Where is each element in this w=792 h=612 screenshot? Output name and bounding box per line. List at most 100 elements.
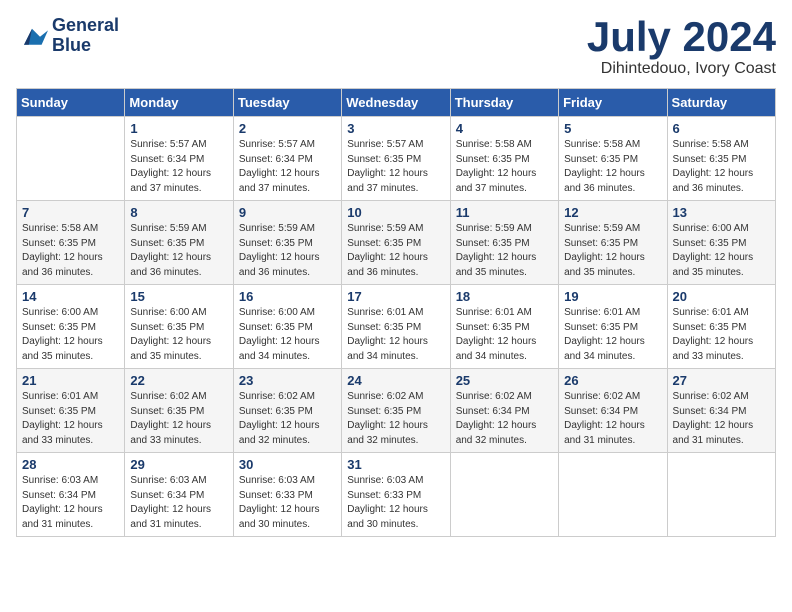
day-number: 10 bbox=[347, 205, 444, 220]
calendar-cell: 13 Sunrise: 6:00 AM Sunset: 6:35 PM Dayli… bbox=[667, 201, 775, 285]
week-row-2: 7Sunrise: 5:58 AM Sunset: 6:35 PM Daylig… bbox=[17, 201, 776, 285]
calendar-cell: 17 Sunrise: 6:01 AM Sunset: 6:35 PM Dayli… bbox=[342, 285, 450, 369]
day-info: Sunrise: 6:03 AM Sunset: 6:33 PM Dayligh… bbox=[347, 474, 444, 532]
calendar-cell: 3 Sunrise: 5:57 AM Sunset: 6:35 PM Daylig… bbox=[342, 117, 450, 201]
calendar-cell: 19Sunrise: 6:01 AM Sunset: 6:35 PM Dayli… bbox=[559, 285, 667, 369]
day-info: Sunrise: 6:02 AM Sunset: 6:34 PM Dayligh… bbox=[456, 390, 553, 448]
column-header-friday: Friday bbox=[559, 89, 667, 117]
month-title: July 2024 bbox=[587, 16, 776, 58]
calendar-cell: 18 Sunrise: 6:01 AM Sunset: 6:35 PM Dayli… bbox=[450, 285, 558, 369]
column-header-sunday: Sunday bbox=[17, 89, 125, 117]
calendar-cell: 29 Sunrise: 6:03 AM Sunset: 6:34 PM Dayli… bbox=[125, 453, 233, 537]
calendar-cell bbox=[17, 117, 125, 201]
calendar-cell: 21 Sunrise: 6:01 AM Sunset: 6:35 PM Dayli… bbox=[17, 369, 125, 453]
calendar-cell: 26Sunrise: 6:02 AM Sunset: 6:34 PM Dayli… bbox=[559, 369, 667, 453]
day-number: 14 bbox=[22, 289, 119, 304]
day-number: 21 bbox=[22, 373, 119, 388]
day-info: Sunrise: 5:59 AM Sunset: 6:35 PM Dayligh… bbox=[347, 222, 444, 280]
calendar-cell: 31 Sunrise: 6:03 AM Sunset: 6:33 PM Dayli… bbox=[342, 453, 450, 537]
calendar-cell bbox=[559, 453, 667, 537]
day-number: 28 bbox=[22, 457, 119, 472]
calendar-cell: 4Sunrise: 5:58 AM Sunset: 6:35 PM Daylig… bbox=[450, 117, 558, 201]
day-number: 16 bbox=[239, 289, 336, 304]
day-info: Sunrise: 5:57 AM Sunset: 6:34 PM Dayligh… bbox=[239, 138, 336, 196]
day-number: 23 bbox=[239, 373, 336, 388]
day-number: 11 bbox=[456, 205, 553, 220]
calendar-cell: 30Sunrise: 6:03 AM Sunset: 6:33 PM Dayli… bbox=[233, 453, 341, 537]
day-number: 3 bbox=[347, 121, 444, 136]
day-info: Sunrise: 5:59 AM Sunset: 6:35 PM Dayligh… bbox=[239, 222, 336, 280]
day-number: 26 bbox=[564, 373, 661, 388]
calendar-cell: 23 Sunrise: 6:02 AM Sunset: 6:35 PM Dayli… bbox=[233, 369, 341, 453]
day-number: 8 bbox=[130, 205, 227, 220]
day-number: 22 bbox=[130, 373, 227, 388]
day-number: 12 bbox=[564, 205, 661, 220]
calendar-cell: 1 Sunrise: 5:57 AM Sunset: 6:34 PM Daylig… bbox=[125, 117, 233, 201]
calendar-cell: 25 Sunrise: 6:02 AM Sunset: 6:34 PM Dayli… bbox=[450, 369, 558, 453]
day-info: Sunrise: 6:03 AM Sunset: 6:34 PM Dayligh… bbox=[22, 474, 119, 532]
day-info: Sunrise: 6:02 AM Sunset: 6:35 PM Dayligh… bbox=[239, 390, 336, 448]
calendar-cell: 14 Sunrise: 6:00 AM Sunset: 6:35 PM Dayli… bbox=[17, 285, 125, 369]
calendar-cell bbox=[667, 453, 775, 537]
day-info: Sunrise: 6:03 AM Sunset: 6:33 PM Dayligh… bbox=[239, 474, 336, 532]
day-info: Sunrise: 5:58 AM Sunset: 6:35 PM Dayligh… bbox=[564, 138, 661, 196]
day-number: 2 bbox=[239, 121, 336, 136]
calendar-cell: 6Sunrise: 5:58 AM Sunset: 6:35 PM Daylig… bbox=[667, 117, 775, 201]
calendar-cell: 27Sunrise: 6:02 AM Sunset: 6:34 PM Dayli… bbox=[667, 369, 775, 453]
day-info: Sunrise: 5:58 AM Sunset: 6:35 PM Dayligh… bbox=[456, 138, 553, 196]
day-info: Sunrise: 6:01 AM Sunset: 6:35 PM Dayligh… bbox=[347, 306, 444, 364]
day-number: 13 bbox=[673, 205, 770, 220]
day-info: Sunrise: 6:01 AM Sunset: 6:35 PM Dayligh… bbox=[564, 306, 661, 364]
day-info: Sunrise: 5:59 AM Sunset: 6:35 PM Dayligh… bbox=[564, 222, 661, 280]
day-number: 17 bbox=[347, 289, 444, 304]
logo-icon bbox=[16, 22, 48, 50]
calendar-cell: 11 Sunrise: 5:59 AM Sunset: 6:35 PM Dayli… bbox=[450, 201, 558, 285]
day-number: 18 bbox=[456, 289, 553, 304]
calendar-cell: 10 Sunrise: 5:59 AM Sunset: 6:35 PM Dayli… bbox=[342, 201, 450, 285]
header-row: SundayMondayTuesdayWednesdayThursdayFrid… bbox=[17, 89, 776, 117]
column-header-thursday: Thursday bbox=[450, 89, 558, 117]
calendar-cell: 7Sunrise: 5:58 AM Sunset: 6:35 PM Daylig… bbox=[17, 201, 125, 285]
day-number: 27 bbox=[673, 373, 770, 388]
day-number: 25 bbox=[456, 373, 553, 388]
calendar-cell: 2 Sunrise: 5:57 AM Sunset: 6:34 PM Daylig… bbox=[233, 117, 341, 201]
day-info: Sunrise: 6:00 AM Sunset: 6:35 PM Dayligh… bbox=[22, 306, 119, 364]
day-info: Sunrise: 6:02 AM Sunset: 6:35 PM Dayligh… bbox=[130, 390, 227, 448]
logo: General Blue bbox=[16, 16, 119, 56]
day-info: Sunrise: 5:59 AM Sunset: 6:35 PM Dayligh… bbox=[130, 222, 227, 280]
day-info: Sunrise: 6:00 AM Sunset: 6:35 PM Dayligh… bbox=[673, 222, 770, 280]
day-info: Sunrise: 5:57 AM Sunset: 6:34 PM Dayligh… bbox=[130, 138, 227, 196]
column-header-tuesday: Tuesday bbox=[233, 89, 341, 117]
day-number: 29 bbox=[130, 457, 227, 472]
calendar-cell bbox=[450, 453, 558, 537]
day-info: Sunrise: 5:59 AM Sunset: 6:35 PM Dayligh… bbox=[456, 222, 553, 280]
calendar-cell: 16Sunrise: 6:00 AM Sunset: 6:35 PM Dayli… bbox=[233, 285, 341, 369]
day-number: 24 bbox=[347, 373, 444, 388]
day-number: 15 bbox=[130, 289, 227, 304]
location: Dihintedouo, Ivory Coast bbox=[587, 60, 776, 78]
column-header-wednesday: Wednesday bbox=[342, 89, 450, 117]
day-info: Sunrise: 6:01 AM Sunset: 6:35 PM Dayligh… bbox=[22, 390, 119, 448]
day-info: Sunrise: 5:58 AM Sunset: 6:35 PM Dayligh… bbox=[22, 222, 119, 280]
logo-text: General Blue bbox=[52, 16, 119, 56]
day-number: 31 bbox=[347, 457, 444, 472]
day-info: Sunrise: 6:01 AM Sunset: 6:35 PM Dayligh… bbox=[673, 306, 770, 364]
day-number: 1 bbox=[130, 121, 227, 136]
column-header-monday: Monday bbox=[125, 89, 233, 117]
day-info: Sunrise: 6:02 AM Sunset: 6:35 PM Dayligh… bbox=[347, 390, 444, 448]
day-info: Sunrise: 5:57 AM Sunset: 6:35 PM Dayligh… bbox=[347, 138, 444, 196]
week-row-3: 14 Sunrise: 6:00 AM Sunset: 6:35 PM Dayli… bbox=[17, 285, 776, 369]
calendar-cell: 15Sunrise: 6:00 AM Sunset: 6:35 PM Dayli… bbox=[125, 285, 233, 369]
day-number: 20 bbox=[673, 289, 770, 304]
day-info: Sunrise: 5:58 AM Sunset: 6:35 PM Dayligh… bbox=[673, 138, 770, 196]
calendar-cell: 24 Sunrise: 6:02 AM Sunset: 6:35 PM Dayli… bbox=[342, 369, 450, 453]
week-row-4: 21 Sunrise: 6:01 AM Sunset: 6:35 PM Dayli… bbox=[17, 369, 776, 453]
page-header: General Blue July 2024 Dihintedouo, Ivor… bbox=[16, 16, 776, 78]
calendar-cell: 28 Sunrise: 6:03 AM Sunset: 6:34 PM Dayli… bbox=[17, 453, 125, 537]
week-row-5: 28 Sunrise: 6:03 AM Sunset: 6:34 PM Dayli… bbox=[17, 453, 776, 537]
calendar-cell: 22 Sunrise: 6:02 AM Sunset: 6:35 PM Dayli… bbox=[125, 369, 233, 453]
day-info: Sunrise: 6:01 AM Sunset: 6:35 PM Dayligh… bbox=[456, 306, 553, 364]
calendar-table: SundayMondayTuesdayWednesdayThursdayFrid… bbox=[16, 88, 776, 537]
day-info: Sunrise: 6:03 AM Sunset: 6:34 PM Dayligh… bbox=[130, 474, 227, 532]
day-number: 9 bbox=[239, 205, 336, 220]
